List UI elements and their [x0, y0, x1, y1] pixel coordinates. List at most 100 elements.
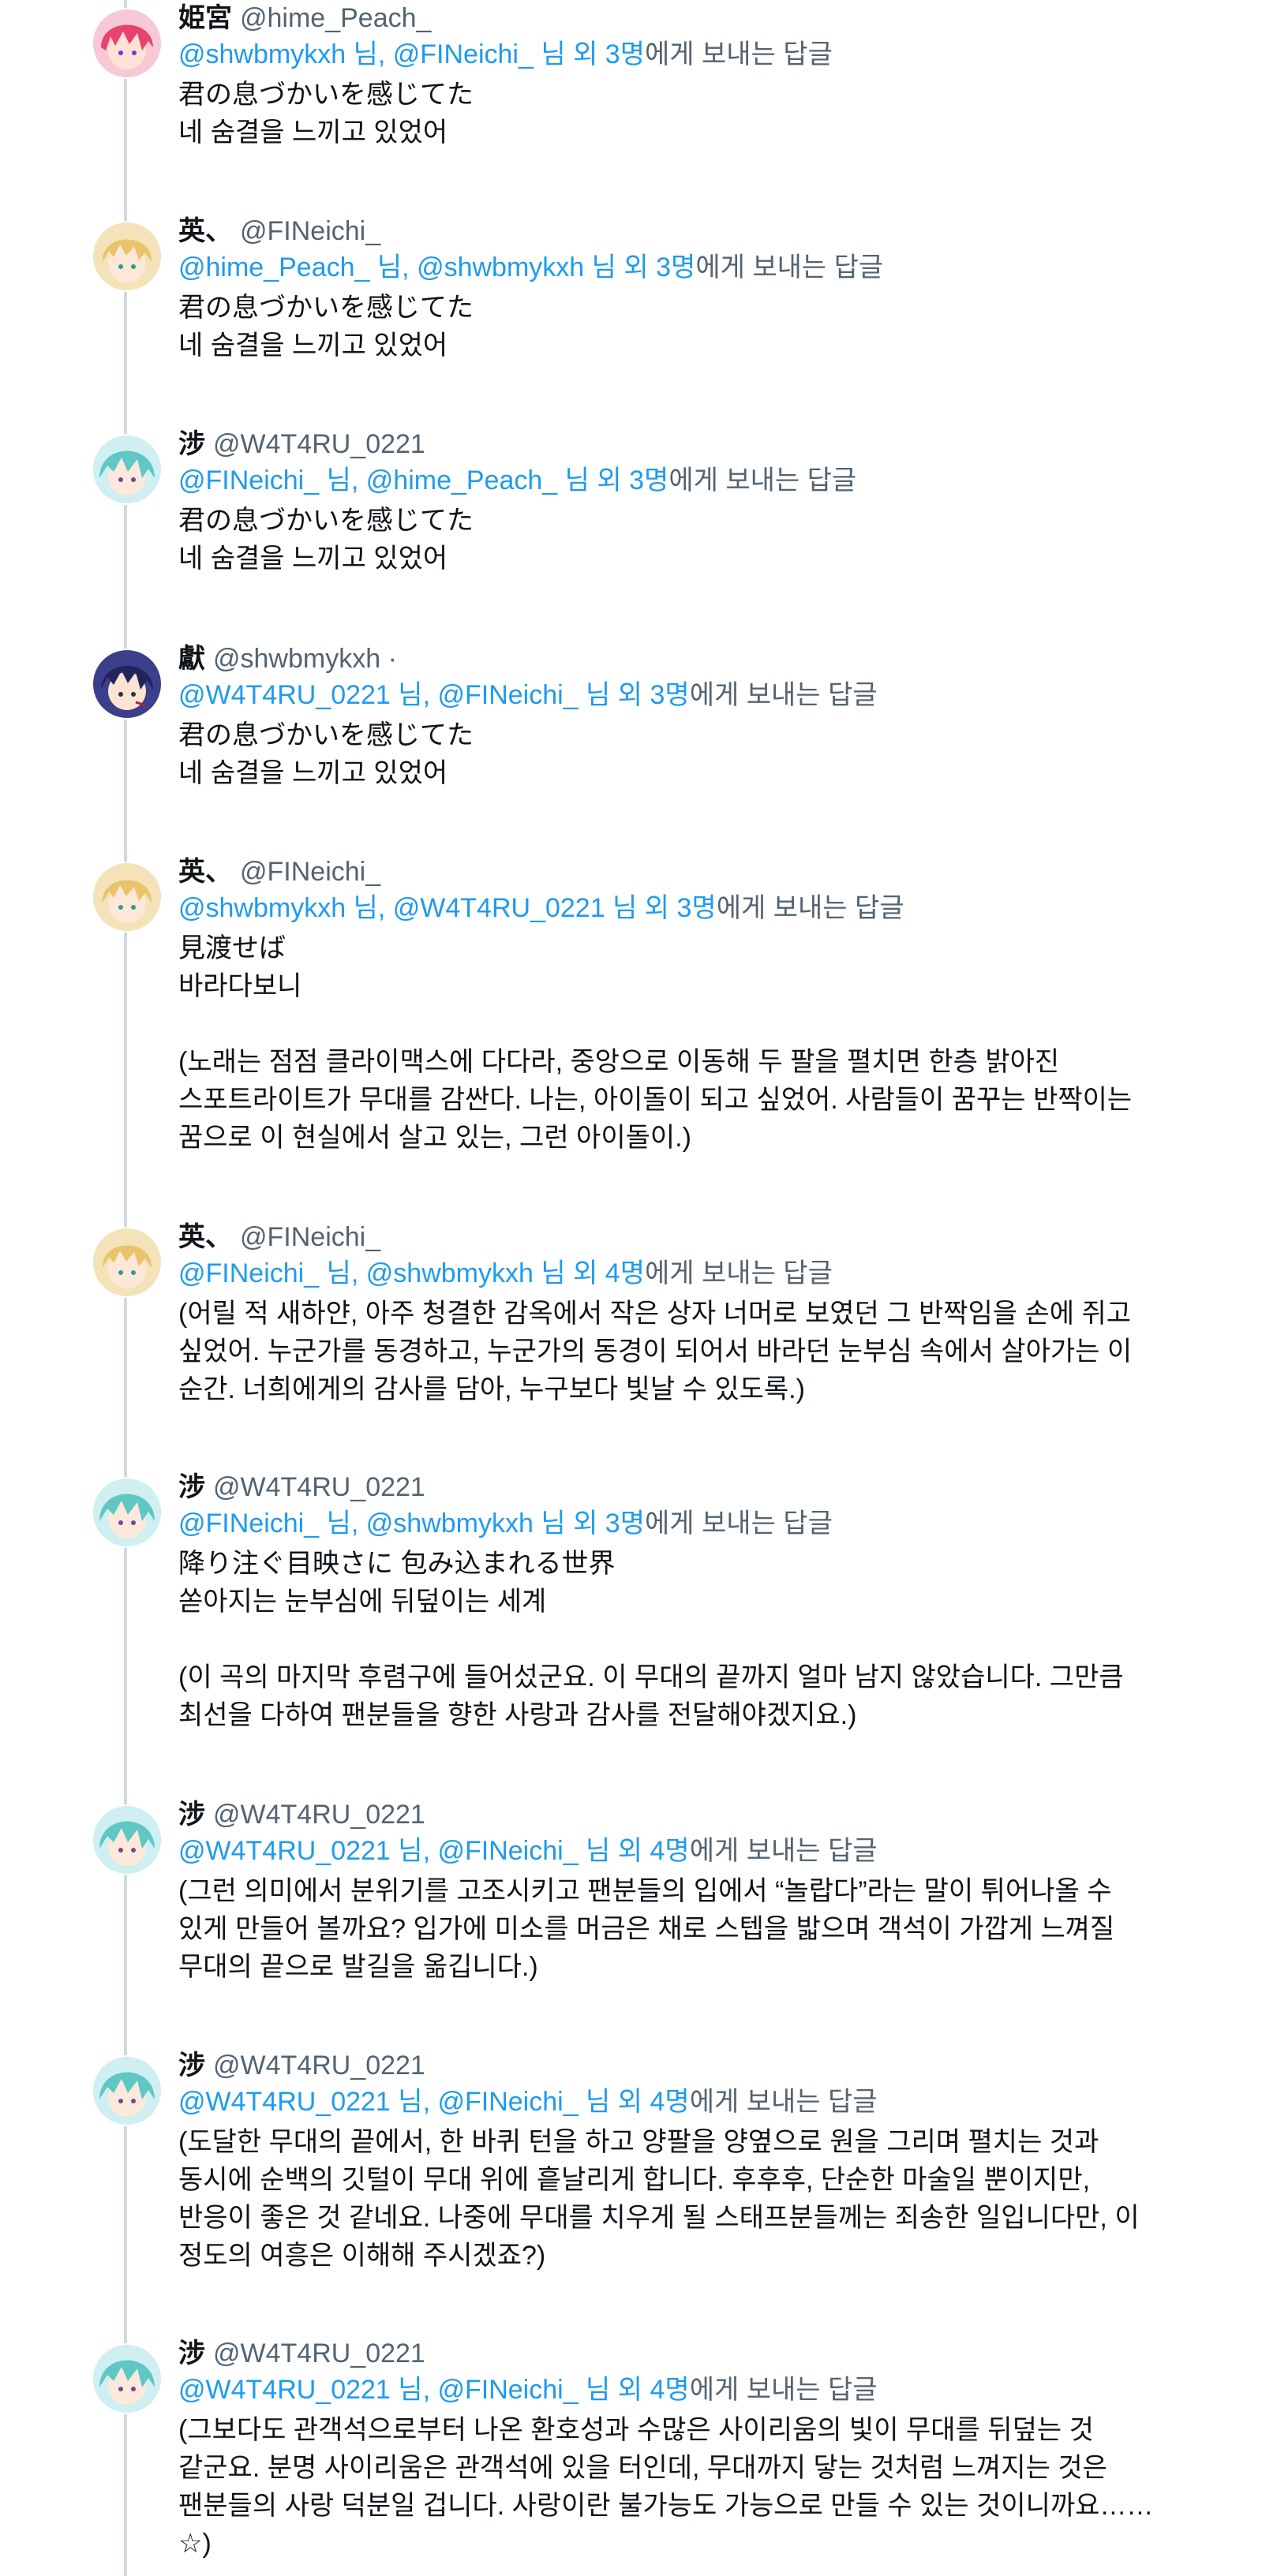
tweet-text-line: 쏟아지는 눈부심에 뒤덮이는 세계 [178, 1587, 547, 1617]
others-link[interactable]: 외 4명 [573, 1258, 645, 1288]
others-link[interactable]: 외 3명 [573, 39, 645, 69]
user-handle[interactable]: @W4T4RU_0221 [213, 1800, 425, 1830]
user-handle[interactable]: @W4T4RU_0221 [213, 1472, 425, 1502]
avatar[interactable] [92, 1804, 163, 1875]
mention-link[interactable]: @FINeichi_ 님 [437, 1836, 610, 1866]
display-name[interactable]: 涉 [178, 2051, 205, 2081]
tweet-text-line: 동시에 순백의 깃털이 무대 위에 흩날리게 합니다. 후후후, 단순한 마술일… [178, 2165, 1091, 2195]
tweet-text-line: 순간. 너희에게의 감사를 담아, 누구보다 빛날 수 있도록.) [178, 1374, 805, 1404]
replying-to-suffix: 에게 보내는 답글 [645, 1509, 833, 1538]
mention-link[interactable]: @shwbmykxh 님 [417, 252, 616, 282]
display-name[interactable]: 英、 [178, 1222, 232, 1252]
avatar[interactable] [92, 221, 163, 292]
replying-to: @W4T4RU_0221 님, @FINeichi_ 님 외 4명에게 보내는 … [178, 1836, 878, 1866]
tweet-text-line: (이 곡의 마지막 후렴구에 들어섰군요. 이 무대의 끝까지 얼마 남지 않았… [178, 1662, 1124, 1692]
mention-link[interactable]: @hime_Peach_ 님 [178, 252, 402, 282]
display-name[interactable]: 涉 [178, 1472, 205, 1502]
display-name[interactable]: 涉 [178, 2339, 205, 2368]
tweet-text-line [178, 1621, 1173, 1658]
display-name[interactable]: 姫宮 [178, 3, 232, 33]
others-link[interactable]: 외 3명 [597, 465, 668, 495]
mention-link[interactable]: @FINeichi_ 님 [437, 680, 610, 710]
avatar[interactable] [92, 2343, 163, 2414]
user-handle[interactable]: @W4T4RU_0221 [213, 429, 425, 459]
mention-link[interactable]: @shwbmykxh 님 [178, 39, 378, 69]
tweet-text-line: ☆) [178, 2529, 212, 2559]
replying-to: @W4T4RU_0221 님, @FINeichi_ 님 외 4명에게 보내는 … [178, 2375, 878, 2405]
avatar[interactable] [92, 8, 163, 79]
others-link[interactable]: 외 3명 [645, 893, 717, 923]
mention-link[interactable]: @FINeichi_ 님 [178, 1258, 351, 1288]
avatar[interactable] [92, 862, 163, 933]
display-name[interactable]: 涉 [178, 1800, 205, 1830]
others-link[interactable]: 외 4명 [618, 2375, 690, 2405]
mention-link[interactable]: @W4T4RU_0221 님 [178, 680, 423, 710]
mention-link[interactable]: @shwbmykxh 님 [366, 1258, 566, 1288]
replying-to-suffix: 에게 보내는 답글 [695, 252, 884, 282]
replying-to-suffix: 에게 보내는 답글 [689, 2375, 878, 2405]
tweet-text-line: 見渡せば [178, 933, 286, 963]
others-link[interactable]: 외 4명 [618, 2087, 690, 2117]
tweet-text-line: 팬분들의 사랑 덕분일 겁니다. 사랑이란 불가능도 가능으로 만들 수 있는 … [178, 2491, 1154, 2521]
replying-to: @shwbmykxh 님, @FINeichi_ 님 외 3명에게 보내는 답글 [178, 39, 833, 69]
mention-link[interactable]: @FINeichi_ 님 [178, 465, 351, 495]
tweet-text: 君の息づかいを感じてた 네 숨결을 느끼고 있었어 [178, 289, 1173, 365]
tweet-text-line: (노래는 점점 클라이맥스에 다다라, 중앙으로 이동해 두 팔을 펼치면 한층… [178, 1047, 1060, 1077]
tweet-text: 君の息づかいを感じてた 네 숨결을 느끼고 있었어 [178, 502, 1173, 578]
mention-link[interactable]: @W4T4RU_0221 님 [178, 2375, 423, 2405]
replying-to-suffix: 에게 보내는 답글 [689, 680, 878, 710]
tweet-text-line: 君の息づかいを感じてた [178, 720, 474, 750]
user-handle[interactable]: @W4T4RU_0221 [213, 2051, 425, 2081]
user-handle[interactable]: @shwbmykxh · [213, 644, 397, 674]
tweet-text-line: 최선을 다하여 팬분들을 향한 사랑과 감사를 전달해야겠지요.) [178, 1700, 857, 1730]
tweet-text-line: 무대의 끝으로 발길을 옮깁니다.) [178, 1952, 538, 1982]
user-handle[interactable]: @hime_Peach_ [240, 3, 431, 33]
replying-to: @W4T4RU_0221 님, @FINeichi_ 님 외 3명에게 보내는 … [178, 680, 878, 710]
mention-link[interactable]: @shwbmykxh 님 [366, 1509, 566, 1538]
others-link[interactable]: 외 4명 [618, 1836, 690, 1866]
tweet-text-line: (도달한 무대의 끝에서, 한 바퀴 턴을 하고 양팔을 양옆으로 원을 그리며… [178, 2127, 1099, 2157]
tweet-text: (어릴 적 새하얀, 아주 청결한 감옥에서 작은 상자 너머로 보였던 그 반… [178, 1295, 1173, 1408]
replying-to-suffix: 에게 보내는 답글 [716, 893, 904, 923]
replying-to-suffix: 에게 보내는 답글 [689, 2087, 878, 2117]
mention-link[interactable]: @shwbmykxh 님 [178, 893, 378, 923]
tweet-text: (그런 의미에서 분위기를 고조시키고 팬분들의 입에서 “놀랍다”라는 말이 … [178, 1872, 1173, 1986]
tweet-text-line: 네 숨결을 느끼고 있었어 [178, 758, 448, 788]
avatar[interactable] [92, 2055, 163, 2126]
display-name[interactable]: 獻 [178, 644, 205, 674]
display-name[interactable]: 涉 [178, 429, 205, 459]
avatar[interactable] [92, 434, 163, 505]
mention-link[interactable]: @hime_Peach_ 님 [366, 465, 590, 495]
user-handle[interactable]: @FINeichi_ [240, 216, 380, 246]
replying-to: @hime_Peach_ 님, @shwbmykxh 님 외 3명에게 보내는 … [178, 252, 884, 282]
others-link[interactable]: 외 3명 [624, 252, 695, 282]
mention-link[interactable]: @W4T4RU_0221 님 [178, 2087, 423, 2117]
display-name[interactable]: 英、 [178, 216, 232, 246]
user-handle[interactable]: @FINeichi_ [240, 857, 380, 887]
user-handle[interactable]: @FINeichi_ [240, 1222, 380, 1252]
replying-to: @FINeichi_ 님, @hime_Peach_ 님 외 3명에게 보내는 … [178, 465, 857, 495]
mention-link[interactable]: @W4T4RU_0221 님 [393, 893, 638, 923]
replying-to-suffix: 에게 보내는 답글 [645, 1258, 833, 1288]
tweet-text-line: 정도의 여흥은 이해해 주시겠죠?) [178, 2241, 546, 2271]
user-handle[interactable]: @W4T4RU_0221 [213, 2339, 425, 2368]
avatar[interactable] [92, 649, 163, 720]
tweet-text: 見渡せば 바라다보니 (노래는 점점 클라이맥스에 다다라, 중앙으로 이동해 두 … [178, 929, 1173, 1157]
mention-link[interactable]: @FINeichi_ 님 [393, 39, 566, 69]
tweet-text-line: 降り注ぐ目映さに 包み込まれる世界 [178, 1549, 616, 1579]
mention-link[interactable]: @FINeichi_ 님 [437, 2087, 610, 2117]
avatar[interactable] [92, 1227, 163, 1298]
replying-to: @FINeichi_ 님, @shwbmykxh 님 외 4명에게 보내는 답글 [178, 1258, 833, 1288]
mention-link[interactable]: @FINeichi_ 님 [437, 2375, 610, 2405]
tweet-text-line: 君の息づかいを感じてた [178, 506, 474, 536]
avatar[interactable] [92, 1477, 163, 1548]
others-link[interactable]: 외 3명 [573, 1509, 645, 1538]
mention-link[interactable]: @FINeichi_ 님 [178, 1509, 351, 1538]
others-link[interactable]: 외 3명 [618, 680, 690, 710]
replying-to: @FINeichi_ 님, @shwbmykxh 님 외 3명에게 보내는 답글 [178, 1509, 833, 1538]
replying-to: @shwbmykxh 님, @W4T4RU_0221 님 외 3명에게 보내는 … [178, 893, 904, 923]
tweet-text-line: (그런 의미에서 분위기를 고조시키고 팬분들의 입에서 “놀랍다”라는 말이 … [178, 1876, 1112, 1906]
mention-link[interactable]: @W4T4RU_0221 님 [178, 1836, 423, 1866]
display-name[interactable]: 英、 [178, 857, 232, 887]
tweet-text-line: 싶었어. 누군가를 동경하고, 누군가의 동경이 되어서 바라던 눈부심 속에서… [178, 1337, 1133, 1367]
